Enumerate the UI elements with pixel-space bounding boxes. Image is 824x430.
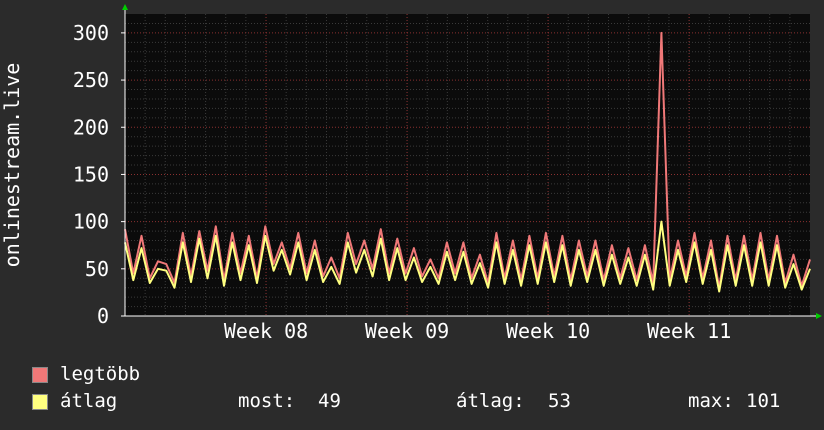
y-tick-label: 150	[73, 162, 109, 186]
y-tick-label: 0	[97, 304, 109, 328]
stat-avg-value: 53	[548, 390, 571, 412]
stat-now-value: 49	[318, 390, 341, 412]
y-axis-label: onlinestream.live	[0, 63, 24, 268]
legend-swatch-avg	[32, 394, 48, 410]
legend-label-max: legtöbb	[60, 363, 141, 385]
stat-max-value: 101	[746, 390, 781, 412]
x-tick-label: Week 11	[647, 319, 731, 343]
x-tick-label: Week 10	[506, 319, 590, 343]
x-tick-label: Week 09	[365, 319, 449, 343]
y-tick-label: 100	[73, 210, 109, 234]
y-tick-label: 250	[73, 68, 109, 92]
stat-max-label: max:	[688, 390, 734, 412]
stat-now-label: most:	[238, 390, 296, 412]
y-tick-label: 300	[73, 21, 109, 45]
legend-swatch-max	[32, 367, 48, 383]
legend-label-avg: átlag	[60, 390, 118, 412]
x-axis-arrow	[816, 313, 822, 319]
y-axis-arrow	[122, 4, 128, 10]
x-tick-label: Week 08	[224, 319, 308, 343]
y-tick-label: 50	[85, 257, 109, 281]
chart-container: 0 50 100 150 200 250 300 Week 08 Week 09 Week 10 W…	[0, 0, 824, 430]
stat-avg-label: átlag:	[456, 390, 525, 412]
y-tick-label: 200	[73, 115, 109, 139]
